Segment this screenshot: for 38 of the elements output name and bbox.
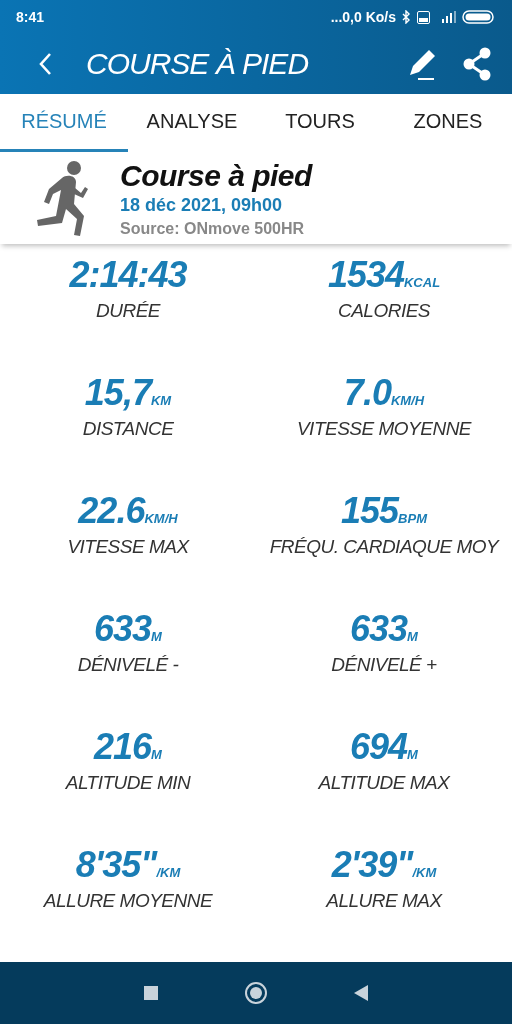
stat-value: 155BPM bbox=[341, 490, 427, 532]
stat-label: ALTITUDE MIN bbox=[65, 772, 191, 794]
stat-label: ALTITUDE MAX bbox=[318, 772, 450, 794]
stat-value: 216M bbox=[94, 726, 162, 768]
stat-label: DISTANCE bbox=[82, 418, 174, 440]
activity-name: Course à pied bbox=[120, 158, 312, 193]
stat-label: ALLURE MAX bbox=[326, 890, 442, 912]
stat-label: DÉNIVELÉ - bbox=[77, 654, 179, 676]
stat-label: DÉNIVELÉ + bbox=[331, 654, 437, 676]
square-icon[interactable] bbox=[142, 985, 159, 1001]
back-triangle-icon[interactable] bbox=[353, 984, 370, 1002]
stat-label: CALORIES bbox=[337, 300, 431, 322]
stat-label: ALLURE MOYENNE bbox=[43, 890, 213, 912]
stat-label: VITESSE MOYENNE bbox=[296, 418, 472, 440]
bluetooth-icon bbox=[402, 10, 411, 24]
runner-icon bbox=[34, 158, 90, 238]
stat-value: 7.0KM/H bbox=[343, 372, 425, 414]
stat-value: 694M bbox=[350, 726, 418, 768]
stat-value: 633M bbox=[94, 608, 162, 650]
stat-label: DURÉE bbox=[96, 300, 160, 322]
stat-value: 8'35"/KM bbox=[75, 844, 181, 886]
network-speed: ...0,0 Ko/s bbox=[330, 9, 396, 25]
share-icon[interactable] bbox=[462, 47, 492, 81]
stat-value: 633M bbox=[350, 608, 418, 650]
screen-title: COURSE À PIED bbox=[86, 47, 310, 81]
activity-source: Source: ONmove 500HR bbox=[120, 219, 306, 238]
stat-label: VITESSE MAX bbox=[67, 536, 189, 558]
stat-label: FRÉQU. CARDIAQUE MOY bbox=[269, 536, 499, 558]
activity-date: 18 déc 2021, 09h00 bbox=[120, 194, 284, 216]
battery-icon bbox=[462, 10, 494, 24]
status-time: 8:41 bbox=[16, 9, 45, 25]
back-icon[interactable] bbox=[38, 52, 52, 76]
stat-value: 1534KCAL bbox=[327, 254, 441, 296]
stat-value: 15,7KM bbox=[84, 372, 172, 414]
stat-value: 2'39"/KM bbox=[331, 844, 437, 886]
stat-value: 22.6KM/H bbox=[78, 490, 178, 532]
stat-value: 2:14:43 bbox=[69, 254, 187, 296]
home-icon[interactable] bbox=[244, 981, 268, 1005]
